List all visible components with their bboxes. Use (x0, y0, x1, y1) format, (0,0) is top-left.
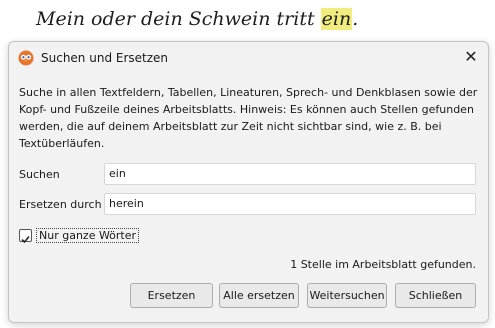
replace-input[interactable]: herein (104, 193, 476, 215)
worksheet-text-after: . (352, 8, 359, 30)
close-icon[interactable]: ✕ (462, 48, 480, 66)
search-match-highlight: ein (320, 8, 353, 30)
search-label: Suchen (19, 168, 60, 181)
whole-words-checkbox[interactable] (19, 229, 32, 244)
dialog-titlebar: Suchen und Ersetzen ✕ (9, 42, 488, 74)
whole-words-label[interactable]: Nur ganze Wörter (36, 228, 140, 243)
close-button[interactable]: Schließen (395, 283, 476, 308)
worksheet-text-line: Mein oder dein Schwein tritt ein. (36, 8, 358, 30)
replace-all-button[interactable]: Alle ersetzen (219, 283, 299, 308)
dialog-description: Suche in allen Textfeldern, Tabellen, Li… (19, 86, 478, 150)
search-replace-dialog: Suchen und Ersetzen ✕ Suche in allen Tex… (8, 41, 489, 323)
replace-button[interactable]: Ersetzen (130, 283, 213, 308)
app-owl-icon (18, 50, 34, 66)
dialog-title: Suchen und Ersetzen (41, 51, 169, 65)
worksheet-text-before: Mein oder dein Schwein tritt (36, 8, 321, 30)
checkmark-icon (21, 236, 30, 244)
search-input[interactable]: ein (104, 163, 476, 185)
replace-label: Ersetzen durch (19, 198, 102, 211)
find-next-button[interactable]: Weitersuchen (307, 283, 387, 308)
search-status-text: 1 Stelle im Arbeitsblatt gefunden. (290, 258, 476, 271)
